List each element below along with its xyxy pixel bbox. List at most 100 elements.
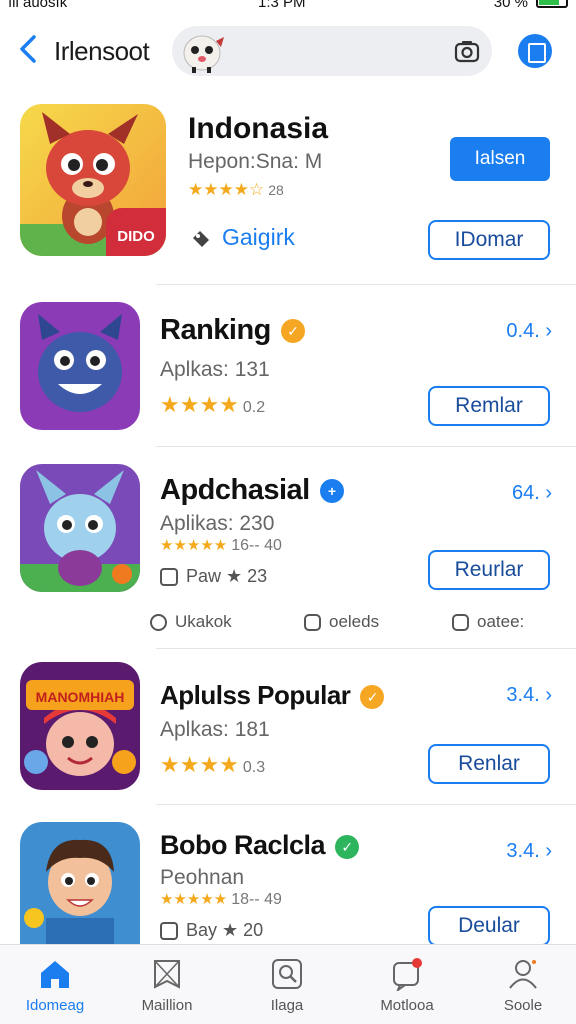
profile-icon — [509, 960, 537, 989]
meta-item[interactable]: oeleds — [304, 612, 379, 632]
app-subtitle: Aplkas: 181 — [160, 718, 270, 741]
status-bar: ıll auosık 1:3 PM 30 % — [0, 0, 576, 14]
stars: ★★★★ — [160, 392, 239, 417]
carrier-label: ıll auosık — [8, 0, 68, 11]
app-name-text: Apdchasial — [160, 474, 310, 506]
divider — [156, 446, 576, 447]
verified-badge-icon: ✓ — [360, 685, 385, 710]
extra-text: Paw ★ 23 — [186, 566, 268, 586]
camera-icon[interactable] — [454, 38, 480, 64]
list-item[interactable]: Bobo Raclcla ✓ Peohnan ★★★★★ 18-- 49 Bay ★… — [0, 822, 576, 946]
tab-home[interactable]: Idomeag — [0, 953, 110, 1023]
tag-icon — [193, 230, 209, 247]
stars: ★★★★★ — [160, 537, 228, 554]
tab-label: Idomeag — [25, 997, 85, 1014]
app-name: Bobo Raclcla ✓ — [160, 830, 360, 861]
app-icon[interactable] — [20, 464, 140, 592]
book-icon — [304, 614, 321, 632]
meta-item-label: oatee: — [477, 612, 525, 631]
app-name-text: Aplulss Popular — [160, 680, 351, 710]
get-button[interactable]: Deular — [428, 906, 550, 946]
developer-link[interactable]: Gaigirk — [190, 224, 295, 251]
app-name: Apdchasial + — [160, 474, 344, 507]
app-subtitle: Aplkas: 131 — [160, 358, 270, 381]
stars: ★★★★☆ — [188, 180, 265, 199]
get-button[interactable]: Remlar — [428, 386, 550, 426]
tab-label: Maillion — [141, 997, 193, 1014]
tab-label: Soole — [503, 997, 543, 1014]
meta-item[interactable]: Ukakok — [150, 612, 232, 632]
icon-banner-text: MANOMHIAH — [36, 689, 125, 705]
app-extra-info: Bay ★ 20 — [160, 920, 263, 941]
app-price[interactable]: 64. › — [512, 482, 552, 505]
search-icon — [272, 959, 302, 989]
get-button[interactable]: Reurlar — [428, 550, 550, 590]
meta-item-label: Ukakok — [175, 612, 232, 631]
app-price[interactable]: 3.4. › — [506, 840, 552, 863]
meta-row: Ukakok oeleds oatee: — [0, 612, 576, 636]
divider — [156, 804, 576, 805]
rating-value: 0.2 — [242, 399, 266, 416]
rating-value: 18-- 49 — [231, 891, 282, 908]
icon-badge: DIDO — [106, 208, 166, 256]
app-name: Ranking ✓ — [160, 314, 305, 347]
divider — [156, 648, 576, 649]
divider — [156, 284, 576, 285]
star-rating: ★★★★★ 16-- 40 — [160, 536, 282, 555]
tab-label: Ilaga — [270, 997, 304, 1014]
developer-link-label: Gaigirk — [222, 224, 295, 250]
tab-label: Motlooa — [380, 997, 434, 1014]
get-button[interactable]: Ialsen — [450, 137, 550, 181]
app-price[interactable]: 3.4. › — [506, 684, 552, 707]
app-extra-info: Paw ★ 23 — [160, 566, 267, 587]
app-icon[interactable] — [20, 302, 140, 430]
stars: ★★★★★ — [160, 891, 228, 908]
list-item[interactable]: Ranking ✓ Aplkas: 131 ★★★★ 0.2 0.4. › Reml… — [0, 302, 576, 432]
meta-item[interactable]: oatee: — [452, 612, 524, 632]
app-icon[interactable]: MANOMHIAH — [20, 662, 140, 790]
star-rating: ★★★★☆ 28 — [188, 180, 284, 200]
app-icon[interactable]: DIDO — [20, 104, 166, 256]
secondary-button[interactable]: IDomar — [428, 220, 550, 260]
list-item[interactable]: MANOMHIAH Aplulss Popular ✓ Aplkas: 181 ★… — [0, 662, 576, 792]
tab-profile[interactable]: Soole — [468, 953, 576, 1023]
tab-bar: Idomeag Maillion Ilaga Motlooa Soole — [0, 944, 576, 1024]
star-rating: ★★★★ 0.2 — [160, 392, 265, 418]
navigation-bar: Irlensoot — [0, 24, 576, 80]
star-rating: ★★★★ 0.3 — [160, 752, 265, 778]
clipboard-icon — [452, 614, 469, 632]
battery-percent: 30 % — [493, 0, 528, 11]
star-rating: ★★★★★ 18-- 49 — [160, 890, 282, 909]
home-icon — [41, 961, 69, 988]
verified-badge-icon: ✓ — [335, 834, 360, 859]
app-name: Aplulss Popular ✓ — [160, 680, 385, 711]
app-name-text: Ranking — [160, 314, 271, 346]
clock: 1:3 PM — [258, 0, 306, 11]
tab-notifications[interactable]: Motlooa — [352, 953, 462, 1023]
flag-icon — [154, 960, 180, 989]
tab-maillion[interactable]: Maillion — [112, 953, 222, 1023]
app-icon[interactable] — [20, 822, 140, 944]
featured-app-card[interactable]: DIDO Indonasia Hepon:Sna: M ★★★★☆ 28 Gaig… — [0, 104, 576, 264]
app-price[interactable]: 0.4. › — [506, 320, 552, 343]
tab-search[interactable]: Ilaga — [232, 953, 342, 1023]
notification-icon — [393, 958, 422, 991]
verified-badge-icon: + — [319, 479, 344, 504]
extra-text: Bay ★ 20 — [186, 920, 264, 940]
library-button[interactable] — [518, 34, 552, 68]
meta-item-label: oeleds — [329, 612, 380, 631]
rating-count: 28 — [268, 182, 284, 198]
search-bar[interactable] — [172, 26, 492, 76]
app-name: Indonasia — [188, 112, 329, 145]
info-box-icon — [160, 568, 178, 587]
app-subtitle: Aplikas: 230 — [160, 512, 275, 535]
back-chevron-icon[interactable] — [14, 34, 44, 64]
rating-value: 0.3 — [242, 759, 266, 776]
app-subtitle: Hepon:Sna: M — [188, 150, 323, 173]
chat-icon — [150, 614, 167, 632]
battery-icon — [536, 0, 568, 8]
list-item[interactable]: Apdchasial + Aplikas: 230 ★★★★★ 16-- 40 Pa… — [0, 464, 576, 598]
verified-badge-icon: ✓ — [280, 319, 305, 344]
get-button[interactable]: Renlar — [428, 744, 550, 784]
app-name-text: Bobo Raclcla — [160, 830, 326, 860]
